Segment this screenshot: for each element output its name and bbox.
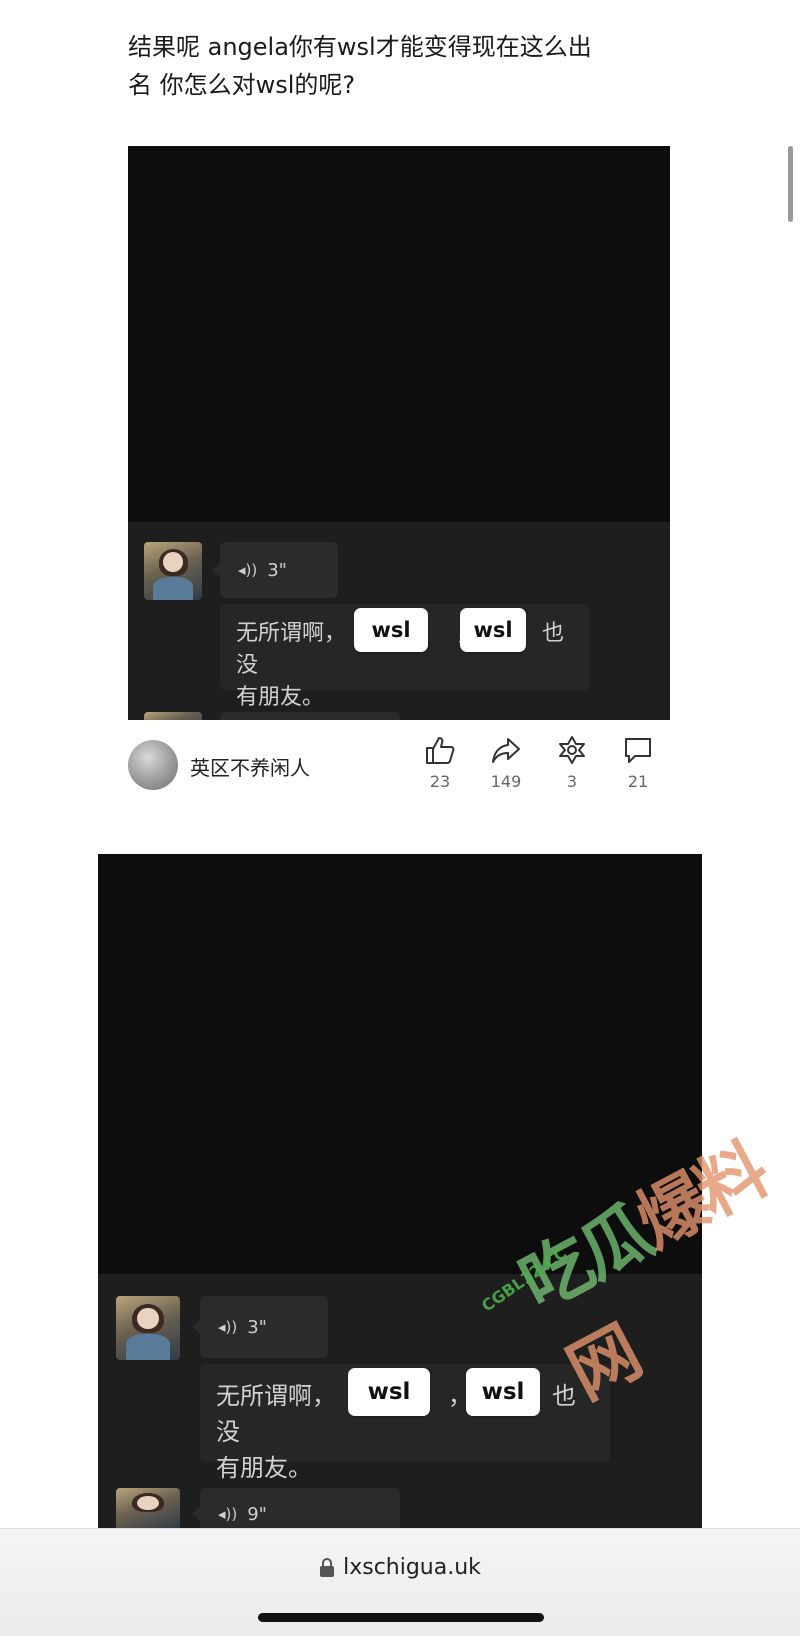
- share-count: 149: [490, 772, 522, 791]
- name-tag: wsl: [460, 608, 526, 652]
- name-tag: wsl: [348, 1368, 430, 1416]
- headline-line-2: 名 你怎么对wsl的呢?: [128, 71, 356, 99]
- transcript-text-4: 有朋友。: [216, 1454, 312, 1482]
- url-field[interactable]: lxschigua.uk: [0, 1555, 800, 1580]
- share-icon: [492, 738, 520, 763]
- name-tag: wsl: [354, 608, 428, 652]
- name-tag: wsl: [466, 1368, 540, 1416]
- thumbs-up-icon: [426, 737, 455, 764]
- headline-line-1: 结果呢 angela你有wsl才能变得现在这么出: [128, 33, 592, 61]
- chat-avatar: [144, 542, 202, 600]
- voice-message[interactable]: ◂)) 3": [192, 1296, 328, 1358]
- scrollbar[interactable]: [788, 146, 793, 222]
- browser-address-bar[interactable]: lxschigua.uk: [0, 1528, 800, 1636]
- share-button[interactable]: 149: [476, 734, 536, 791]
- voice-wave-icon: ◂)): [238, 561, 258, 579]
- author-avatar[interactable]: [128, 740, 178, 790]
- voice-message[interactable]: ◂)) 3": [212, 542, 338, 598]
- transcript-text-4: 有朋友。: [236, 685, 325, 710]
- url-text: lxschigua.uk: [343, 1555, 481, 1580]
- transcript-text-1: 无所谓啊，: [236, 621, 347, 646]
- favorite-button[interactable]: 3: [542, 734, 602, 791]
- chat-avatar-partial: [116, 1488, 180, 1530]
- lock-icon: [320, 1558, 335, 1577]
- voice-wave-icon: ◂)): [218, 1318, 238, 1336]
- like-count: 23: [429, 772, 451, 791]
- voice-message-partial[interactable]: ◂)) 9": [192, 1488, 400, 1530]
- favorite-count: 3: [566, 772, 578, 791]
- comment-button[interactable]: 21: [608, 734, 668, 791]
- chat-screenshot-1: ◂)) 3" 无所谓啊，，也没 有朋友。 wsl wsl: [128, 146, 670, 720]
- favorite-star-icon: [559, 736, 585, 764]
- voice-duration: 3": [267, 559, 287, 581]
- comment-count: 21: [627, 772, 649, 791]
- voice-duration-2: 9": [247, 1503, 267, 1525]
- author-name[interactable]: 英区不养闲人: [190, 752, 310, 781]
- transcript-text-1: 无所谓啊，: [216, 1382, 336, 1410]
- chat-avatar-partial: [144, 712, 202, 720]
- article-headline: 结果呢 angela你有wsl才能变得现在这么出 名 你怎么对wsl的呢?: [128, 28, 648, 104]
- comment-icon: [625, 738, 651, 763]
- chat-avatar: [116, 1296, 180, 1360]
- voice-wave-icon: ◂)): [218, 1505, 238, 1523]
- voice-message-partial: [220, 712, 400, 720]
- home-indicator[interactable]: [258, 1613, 544, 1622]
- like-button[interactable]: 23: [410, 734, 470, 791]
- voice-duration: 3": [247, 1316, 267, 1338]
